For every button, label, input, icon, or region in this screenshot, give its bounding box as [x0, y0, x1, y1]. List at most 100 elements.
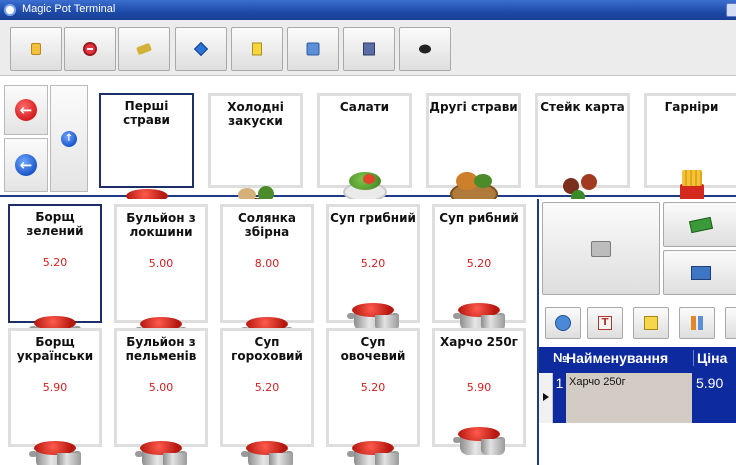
category-label: Холодні закуски [227, 100, 284, 128]
category-label: Стейк карта [540, 100, 625, 114]
pot-icon [27, 433, 83, 465]
note-button[interactable] [633, 307, 669, 339]
text-button[interactable]: T [587, 307, 623, 339]
order-table: № Найменування Ціна 1 Харчо 250г 5.90 [539, 347, 736, 465]
dish-price: 5.90 [466, 381, 492, 394]
column-header-price: Ціна [693, 350, 727, 366]
dish-item[interactable]: Суп овочевий 5.20 [326, 328, 420, 465]
document-button[interactable] [231, 27, 283, 71]
lock-icon [31, 43, 41, 55]
category-steak-card[interactable]: Стейк карта [535, 93, 630, 204]
dish-item[interactable]: Суп гороховий 5.20 [220, 328, 314, 465]
dish-name: Бульйон з локшини [126, 211, 196, 239]
pan-icon [419, 44, 431, 54]
key-button[interactable] [118, 27, 170, 71]
pot-icon [133, 433, 189, 465]
dish-item[interactable]: Борщ українськи 5.90 [8, 328, 102, 465]
dish-item[interactable]: Бульйон з локшини 5.00 [114, 204, 208, 345]
cash-payment-button[interactable] [663, 202, 736, 247]
dish-price: 5.00 [148, 257, 174, 270]
arrow-left-red-icon: ← [15, 99, 37, 121]
dish-price: 5.20 [466, 257, 492, 270]
money-icon [688, 216, 713, 233]
order-table-header: № Найменування Ціна [539, 347, 736, 373]
dish-item[interactable]: Харчо 250г 5.90 [432, 328, 526, 455]
dish-item[interactable]: Борщ зелений 5.20 [8, 204, 102, 344]
table-row[interactable]: 1 Харчо 250г 5.90 [539, 373, 736, 423]
save-button[interactable] [287, 27, 339, 71]
dish-name: Борщ українськи [16, 335, 94, 363]
row-selector-icon[interactable] [539, 373, 553, 423]
save-icon [306, 42, 320, 56]
up-button[interactable]: ↑ [50, 85, 88, 192]
card-payment-button[interactable] [663, 250, 736, 295]
dish-price: 5.20 [254, 381, 280, 394]
dish-name: Суп овочевий [340, 335, 406, 363]
window-control-button[interactable] [726, 3, 736, 17]
dish-name: Суп грибний [330, 211, 416, 225]
category-label: Перші страви [123, 99, 170, 127]
refresh-button[interactable] [545, 307, 581, 339]
order-panel: T № Найменування Ціна 1 Харчо 250г 5.90 [537, 199, 736, 465]
column-header-name: Найменування [566, 350, 669, 366]
app-icon [4, 4, 16, 16]
pot-icon [345, 433, 401, 465]
computer-button[interactable] [343, 27, 395, 71]
card-icon [690, 265, 711, 280]
back-button[interactable]: ← [4, 138, 48, 192]
dish-name: Бульйон з пельменів [125, 335, 197, 363]
dish-name: Суп гороховий [231, 335, 303, 363]
sort-button[interactable] [679, 307, 715, 339]
window-title: Magic Pot Terminal [22, 3, 116, 15]
lock-button[interactable] [10, 27, 62, 71]
category-label: Салати [339, 100, 390, 114]
arrow-left-blue-icon: ← [15, 154, 37, 176]
more-button[interactable] [725, 307, 736, 339]
category-label: Другі страви [429, 100, 518, 114]
dish-item[interactable]: Суп рибний 5.20 [432, 204, 526, 331]
diamond-button[interactable] [175, 27, 227, 71]
dish-price: 5.20 [360, 381, 386, 394]
sort-icon [691, 316, 703, 330]
dish-price: 5.00 [148, 381, 174, 394]
cash-register-icon [591, 240, 611, 257]
row-price[interactable]: 5.90 [692, 373, 736, 423]
row-item-name[interactable]: Харчо 250г [566, 373, 692, 423]
dish-name: Борщ зелений [26, 210, 84, 238]
key-icon [136, 42, 152, 56]
category-garnishes[interactable]: Гарніри [644, 93, 736, 206]
dish-grid: Борщ зелений 5.20 Бульйон з локшини 5.00… [0, 199, 537, 465]
pan-button[interactable] [399, 27, 451, 71]
category-navigation: ← ← ↑ Перші страви Холодні закуски Салат… [0, 80, 736, 217]
dish-price: 5.20 [360, 257, 386, 270]
dish-item[interactable]: Солянка збірна 8.00 [220, 204, 314, 345]
dish-price: 8.00 [254, 257, 280, 270]
category-cold-snacks[interactable]: Холодні закуски [208, 93, 303, 212]
prev-page-button[interactable]: ← [4, 85, 48, 135]
category-label: Гарніри [664, 100, 719, 114]
dish-name: Харчо 250г [440, 335, 518, 349]
toolbar [0, 20, 736, 76]
cancel-button[interactable] [64, 27, 116, 71]
title-bar: Magic Pot Terminal [0, 0, 736, 20]
pot-icon [239, 433, 295, 465]
refresh-icon [555, 315, 571, 331]
dish-name: Солянка збірна [237, 211, 297, 239]
pot-icon [451, 419, 507, 459]
dish-name: Суп рибний [439, 211, 519, 225]
arrow-up-icon: ↑ [61, 130, 77, 147]
dish-price: 5.90 [42, 381, 68, 394]
stop-icon [83, 42, 97, 56]
dish-item[interactable]: Бульйон з пельменів 5.00 [114, 328, 208, 465]
cash-register-button[interactable] [542, 202, 660, 295]
computer-icon [363, 42, 375, 56]
diamond-icon [193, 41, 209, 57]
dish-price: 5.20 [42, 256, 68, 269]
category-salads[interactable]: Салати [317, 93, 412, 202]
row-number: 1 [553, 373, 566, 423]
category-first-courses[interactable]: Перші страви [99, 93, 194, 217]
text-icon: T [598, 316, 612, 330]
document-icon [252, 42, 262, 56]
category-main-courses[interactable]: Другі страви [426, 93, 521, 206]
dish-item[interactable]: Суп грибний 5.20 [326, 204, 420, 331]
